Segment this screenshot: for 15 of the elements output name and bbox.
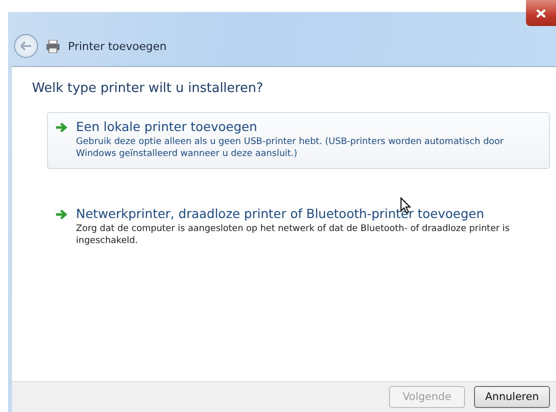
option-title: Een lokale printer toevoegen: [76, 119, 258, 134]
option-link[interactable]: Een lokale printer toevoegen Gebruik deze optie alleen als u geen USB-printer hebt. (USB-printers worden automatisch door Windows geïnstalleerd wanneer u deze aansluit.): [47, 112, 550, 169]
option-description: Zorg dat de computer is aangesloten op het netwerk of dat de Bluetooth- of draadloze printer is ingeschakeld.: [76, 223, 511, 247]
close-icon: [536, 8, 546, 18]
option-description: Gebruik deze optie alleen als u geen USB-printer hebt. (USB-printers worden automatisch door Windows geïnstalleerd wanneer u deze aansluit.): [76, 136, 505, 160]
window-title: Printer toevoegen: [68, 40, 167, 52]
back-arrow-icon: [20, 41, 32, 51]
cancel-button[interactable]: Annuleren: [474, 386, 550, 408]
close-button[interactable]: [526, 0, 556, 26]
arrow-icon: [56, 209, 68, 220]
page-heading: Welk type printer wilt u installeren?: [32, 81, 264, 96]
arrow-icon: [56, 122, 68, 133]
option-link[interactable]: Netwerkprinter, draadloze printer of Bluetooth-printer toevoegen Zorg dat de computer is aangesloten op het netwerk of dat de Bluetooth- of draadloze printer is ingeschakeld.: [47, 199, 550, 256]
option-title: Netwerkprinter, draadloze printer of Bluetooth-printer toevoegen: [76, 206, 486, 221]
printer-icon: [46, 40, 60, 52]
